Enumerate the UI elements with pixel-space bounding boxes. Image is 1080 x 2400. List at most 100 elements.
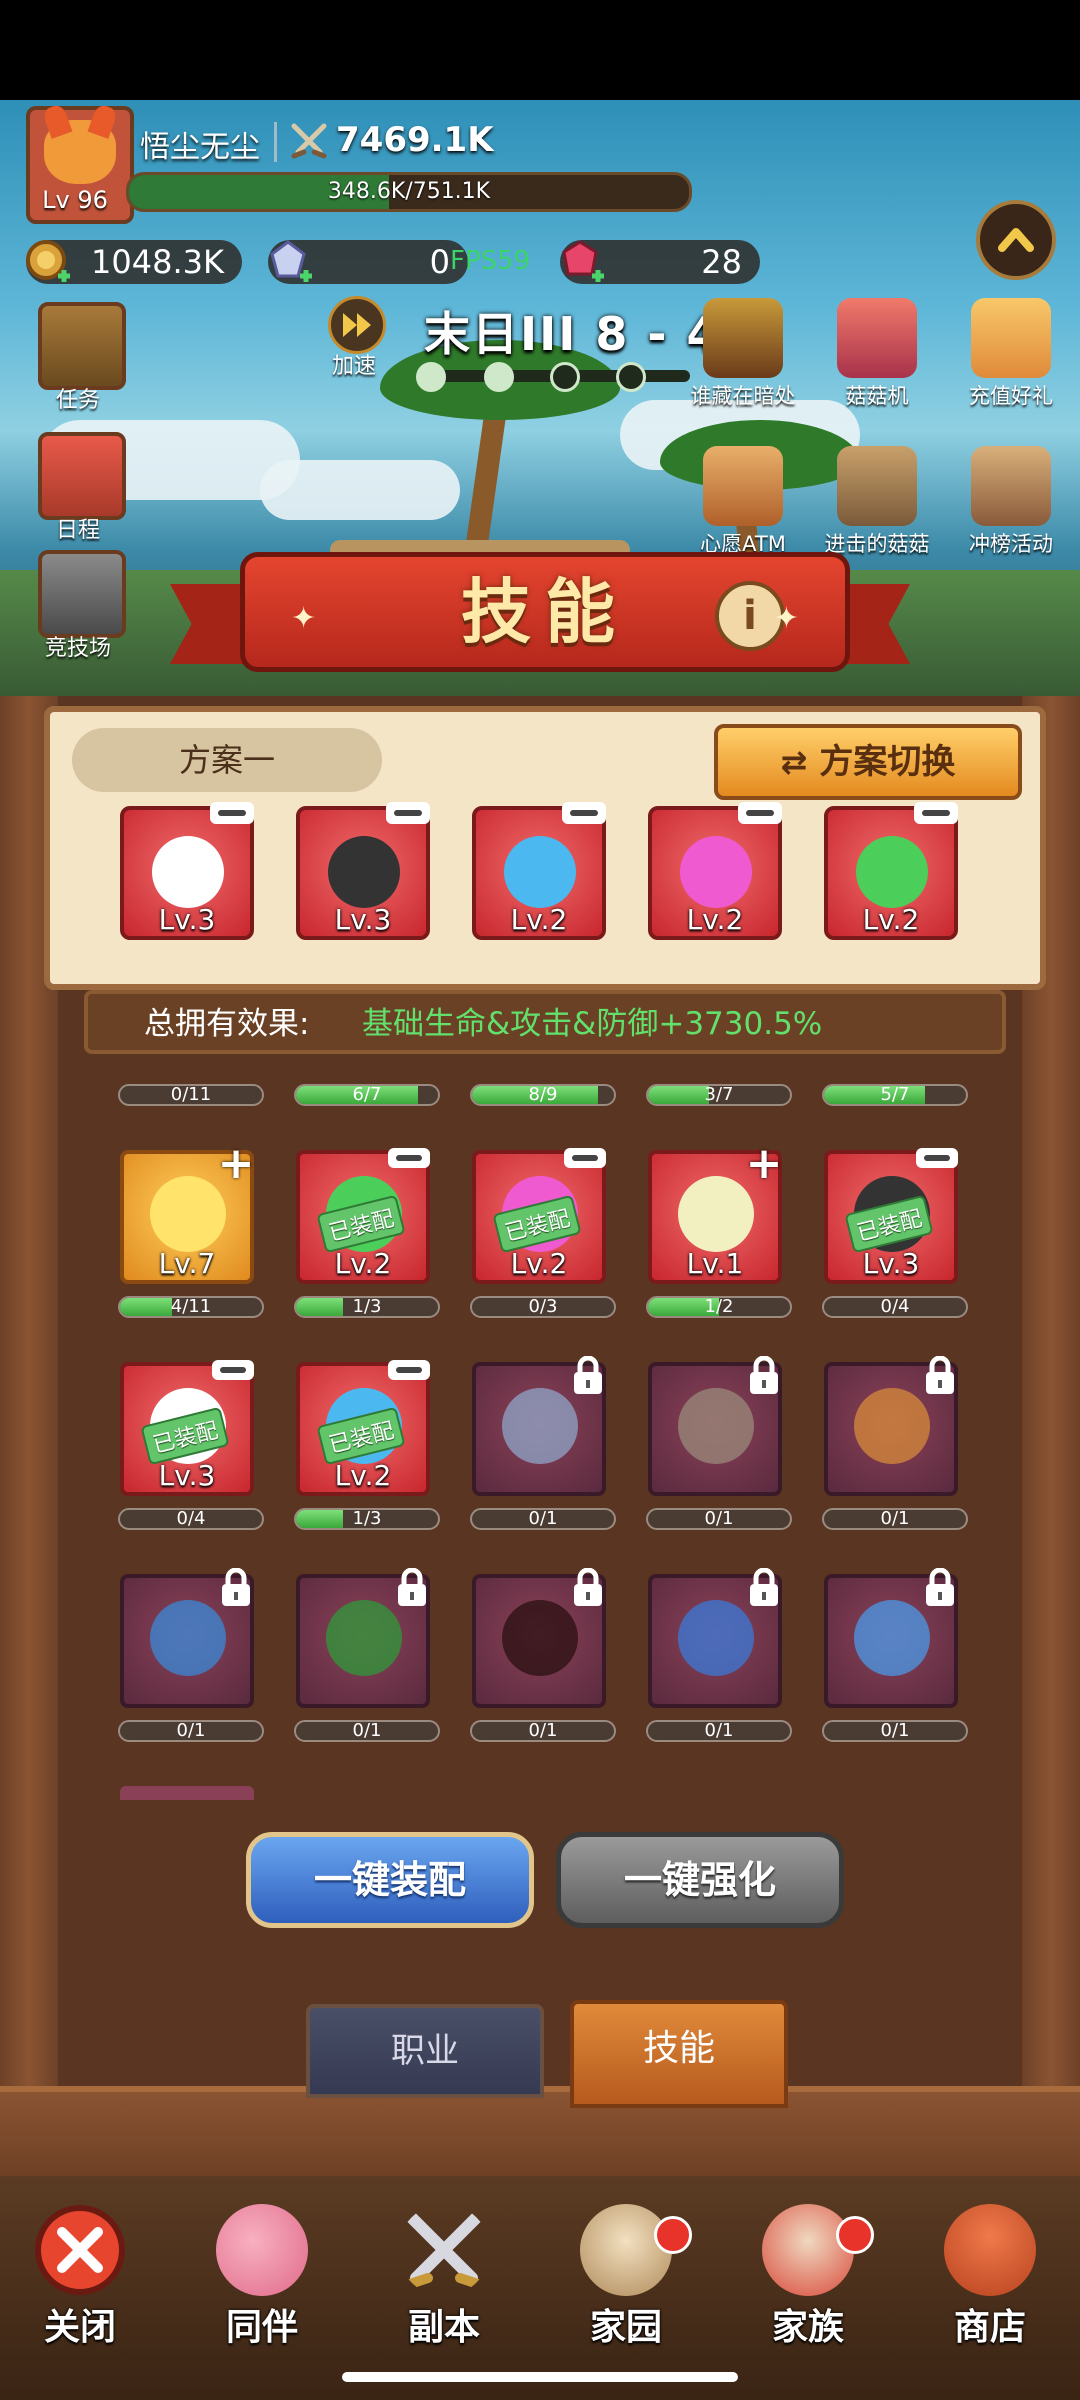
skill-card[interactable] xyxy=(824,1355,958,1496)
equip-plus-icon[interactable]: + xyxy=(216,1142,256,1186)
equipped-slot[interactable]: Lv.3 xyxy=(120,802,254,940)
event-machine-label: 菇菇机 xyxy=(845,384,909,408)
stage-progress-bar xyxy=(416,362,690,392)
skill-card[interactable] xyxy=(472,1355,606,1496)
progress-bar: 0/1 xyxy=(470,1508,616,1530)
event-rank-button[interactable]: 冲榜活动 xyxy=(948,446,1074,562)
equipped-slot[interactable]: Lv.2 xyxy=(648,802,782,940)
skill-card[interactable]: 已装配 Lv.2 xyxy=(296,1360,430,1496)
event-machine-button[interactable]: 菇菇机 xyxy=(814,298,940,414)
home-mushroom-icon xyxy=(580,2204,672,2296)
mystery-frame-icon xyxy=(703,298,783,378)
slot-level: Lv.2 xyxy=(510,903,568,936)
green-spear-icon xyxy=(326,1600,402,1676)
progress-bar: 0/1 xyxy=(294,1720,440,1742)
skill-card[interactable] xyxy=(472,1567,606,1708)
skill-card[interactable] xyxy=(296,1567,430,1708)
unequip-icon[interactable] xyxy=(914,802,958,824)
gem-value: 28 xyxy=(701,243,742,281)
task-label: 任务 xyxy=(55,388,100,413)
fps-counter: FPS59 xyxy=(450,246,531,276)
nav-partner[interactable]: 同伴 xyxy=(182,2188,342,2358)
plan-switch-button[interactable]: ⇄ 方案切换 xyxy=(714,724,1022,800)
dark-rider-icon xyxy=(328,836,400,908)
equip-plus-icon[interactable]: + xyxy=(744,1142,784,1186)
armored-knight-icon xyxy=(152,836,224,908)
progress-bar: 1/2 xyxy=(646,1296,792,1318)
progress-bar: 8/9 xyxy=(470,1084,616,1106)
skill-card[interactable]: 已装配 Lv.3 xyxy=(120,1360,254,1496)
skill-card[interactable] xyxy=(648,1567,782,1708)
crystal-counter[interactable]: 0 xyxy=(268,240,468,284)
progress-bar: 1/3 xyxy=(294,1508,440,1530)
skill-card[interactable]: + Lv.1 xyxy=(648,1142,782,1284)
unequip-icon[interactable] xyxy=(564,1148,606,1168)
gem-counter[interactable]: 28 xyxy=(560,240,760,284)
gold-counter[interactable]: 1048.3K xyxy=(26,240,242,284)
event-hidden-button[interactable]: 谁藏在暗处 xyxy=(680,298,806,414)
player-name: 悟尘无尘 xyxy=(140,130,260,165)
tab-skill[interactable]: 技能 xyxy=(570,2000,788,2108)
gold-coin-icon xyxy=(26,240,70,282)
ranking-ship-icon xyxy=(971,446,1051,526)
notification-dot xyxy=(836,2216,874,2254)
nav-close[interactable]: 关闭 xyxy=(0,2188,160,2358)
exp-text: 348.6K/751.1K xyxy=(327,179,491,204)
black-vortex-icon xyxy=(502,1600,578,1676)
schedule-button[interactable]: 日程 xyxy=(32,432,126,543)
skill-level: Lv.7 xyxy=(158,1247,216,1280)
player-level: Lv 96 xyxy=(42,186,108,214)
calendar-icon xyxy=(38,432,126,520)
arena-button[interactable]: 竞技场 xyxy=(32,550,126,661)
skill-card[interactable] xyxy=(824,1567,958,1708)
progress-text: 0/1 xyxy=(528,1720,558,1741)
progress-bar: 0/1 xyxy=(646,1508,792,1530)
slot-level: Lv.3 xyxy=(158,903,216,936)
shop-mushroom-icon xyxy=(944,2204,1036,2296)
nav-dungeon-label: 副本 xyxy=(407,2307,480,2348)
progress-bar: 0/4 xyxy=(822,1296,968,1318)
skill-card[interactable]: + Lv.7 xyxy=(120,1142,254,1284)
unequip-icon[interactable] xyxy=(916,1148,958,1168)
equipped-slot[interactable]: Lv.3 xyxy=(296,802,430,940)
plan-name[interactable]: 方案一 xyxy=(72,728,382,792)
unequip-icon[interactable] xyxy=(212,1360,254,1380)
nav-clan[interactable]: 家族 xyxy=(728,2188,888,2358)
nav-shop[interactable]: 商店 xyxy=(910,2188,1070,2358)
nav-home[interactable]: 家园 xyxy=(546,2188,706,2358)
unequip-icon[interactable] xyxy=(386,802,430,824)
collapse-up-icon[interactable] xyxy=(976,200,1056,280)
progress-text: 0/1 xyxy=(528,1508,558,1529)
tab-job[interactable]: 职业 xyxy=(306,2004,544,2098)
crystal-icon xyxy=(270,240,312,282)
event-recharge-button[interactable]: 充值好礼 xyxy=(948,298,1074,414)
equipped-slot[interactable]: Lv.2 xyxy=(824,802,958,940)
unequip-icon[interactable] xyxy=(388,1148,430,1168)
crystal-value: 0 xyxy=(429,243,450,281)
speed-up-button[interactable]: 加速 xyxy=(314,296,394,386)
task-button[interactable]: 任务 xyxy=(32,302,126,413)
upgrade-all-button[interactable]: 一键强化 xyxy=(556,1832,844,1928)
progress-text: 5/7 xyxy=(880,1084,910,1105)
progress-text: 0/1 xyxy=(704,1720,734,1741)
slot-level: Lv.2 xyxy=(686,903,744,936)
unequip-icon[interactable] xyxy=(388,1360,430,1380)
unequip-icon[interactable] xyxy=(210,802,254,824)
skill-card[interactable]: 已装配 Lv.2 xyxy=(296,1148,430,1284)
equip-all-button[interactable]: 一键装配 xyxy=(246,1832,534,1928)
progress-text: 6/7 xyxy=(352,1084,382,1105)
slot-machine-icon xyxy=(837,298,917,378)
skill-card[interactable]: 已装配 Lv.2 xyxy=(472,1148,606,1284)
stage-title: 末日III 8 - 4 xyxy=(424,307,721,361)
skill-card[interactable] xyxy=(120,1567,254,1708)
skill-card[interactable]: 已装配 Lv.3 xyxy=(824,1148,958,1284)
unequip-icon[interactable] xyxy=(738,802,782,824)
skill-card[interactable] xyxy=(648,1355,782,1496)
crossed-swords-icon xyxy=(291,123,327,159)
recharge-cat-icon xyxy=(971,298,1051,378)
equipped-slot[interactable]: Lv.2 xyxy=(472,802,606,940)
unequip-icon[interactable] xyxy=(562,802,606,824)
nav-dungeon[interactable]: 副本 xyxy=(364,2188,524,2358)
nav-partner-label: 同伴 xyxy=(225,2307,298,2348)
lock-icon xyxy=(922,1355,958,1396)
